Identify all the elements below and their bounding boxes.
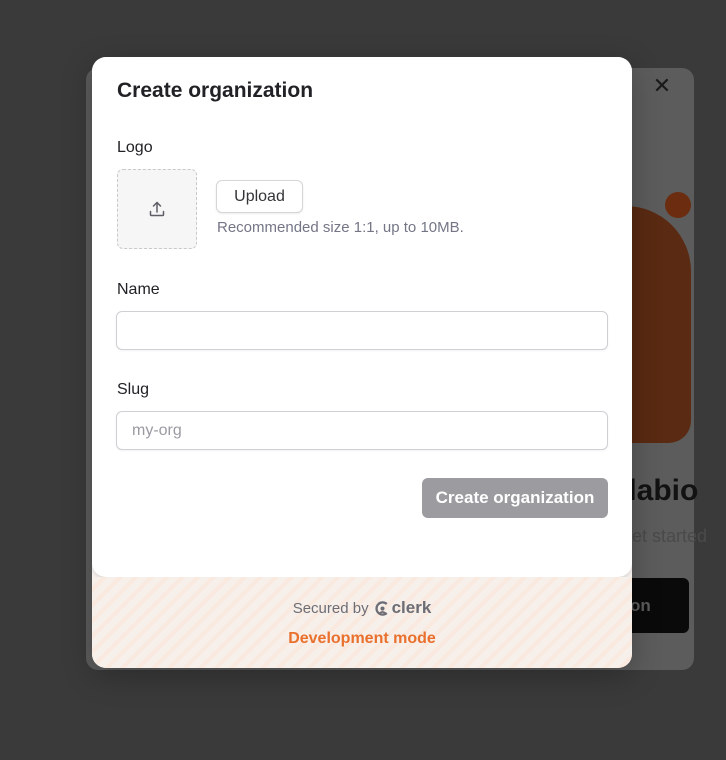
create-organization-modal: Create organization Logo Upload Recommen… — [92, 57, 632, 668]
secured-by-text: Secured by — [292, 599, 369, 617]
name-input[interactable] — [116, 311, 608, 350]
modal-body: Create organization Logo Upload Recommen… — [92, 57, 632, 577]
background-subtitle: get started — [622, 526, 708, 546]
close-icon[interactable]: ✕ — [651, 76, 673, 98]
secured-by: Secured by clerk — [92, 598, 632, 618]
create-organization-button[interactable]: Create organization — [422, 478, 608, 518]
screen: ✕ llabio get started on Create organizat… — [0, 0, 726, 760]
logo-hint: Recommended size 1:1, up to 10MB. — [217, 219, 464, 236]
upload-button[interactable]: Upload — [216, 180, 303, 213]
upload-icon — [149, 201, 165, 217]
modal-title: Create organization — [117, 79, 314, 102]
logo-label: Logo — [117, 139, 153, 156]
slug-label: Slug — [117, 381, 150, 398]
clerk-wordmark: clerk — [391, 598, 432, 617]
clerk-icon — [375, 600, 388, 616]
background-illustration-dot — [665, 192, 691, 218]
logo-dropzone[interactable] — [117, 169, 197, 249]
slug-input[interactable] — [116, 411, 608, 450]
modal-footer: Secured by clerk Development mode — [92, 577, 632, 668]
name-label: Name — [117, 281, 160, 298]
background-button-label: on — [630, 596, 651, 615]
development-mode-badge: Development mode — [288, 630, 436, 647]
clerk-logo[interactable]: clerk — [375, 598, 432, 618]
